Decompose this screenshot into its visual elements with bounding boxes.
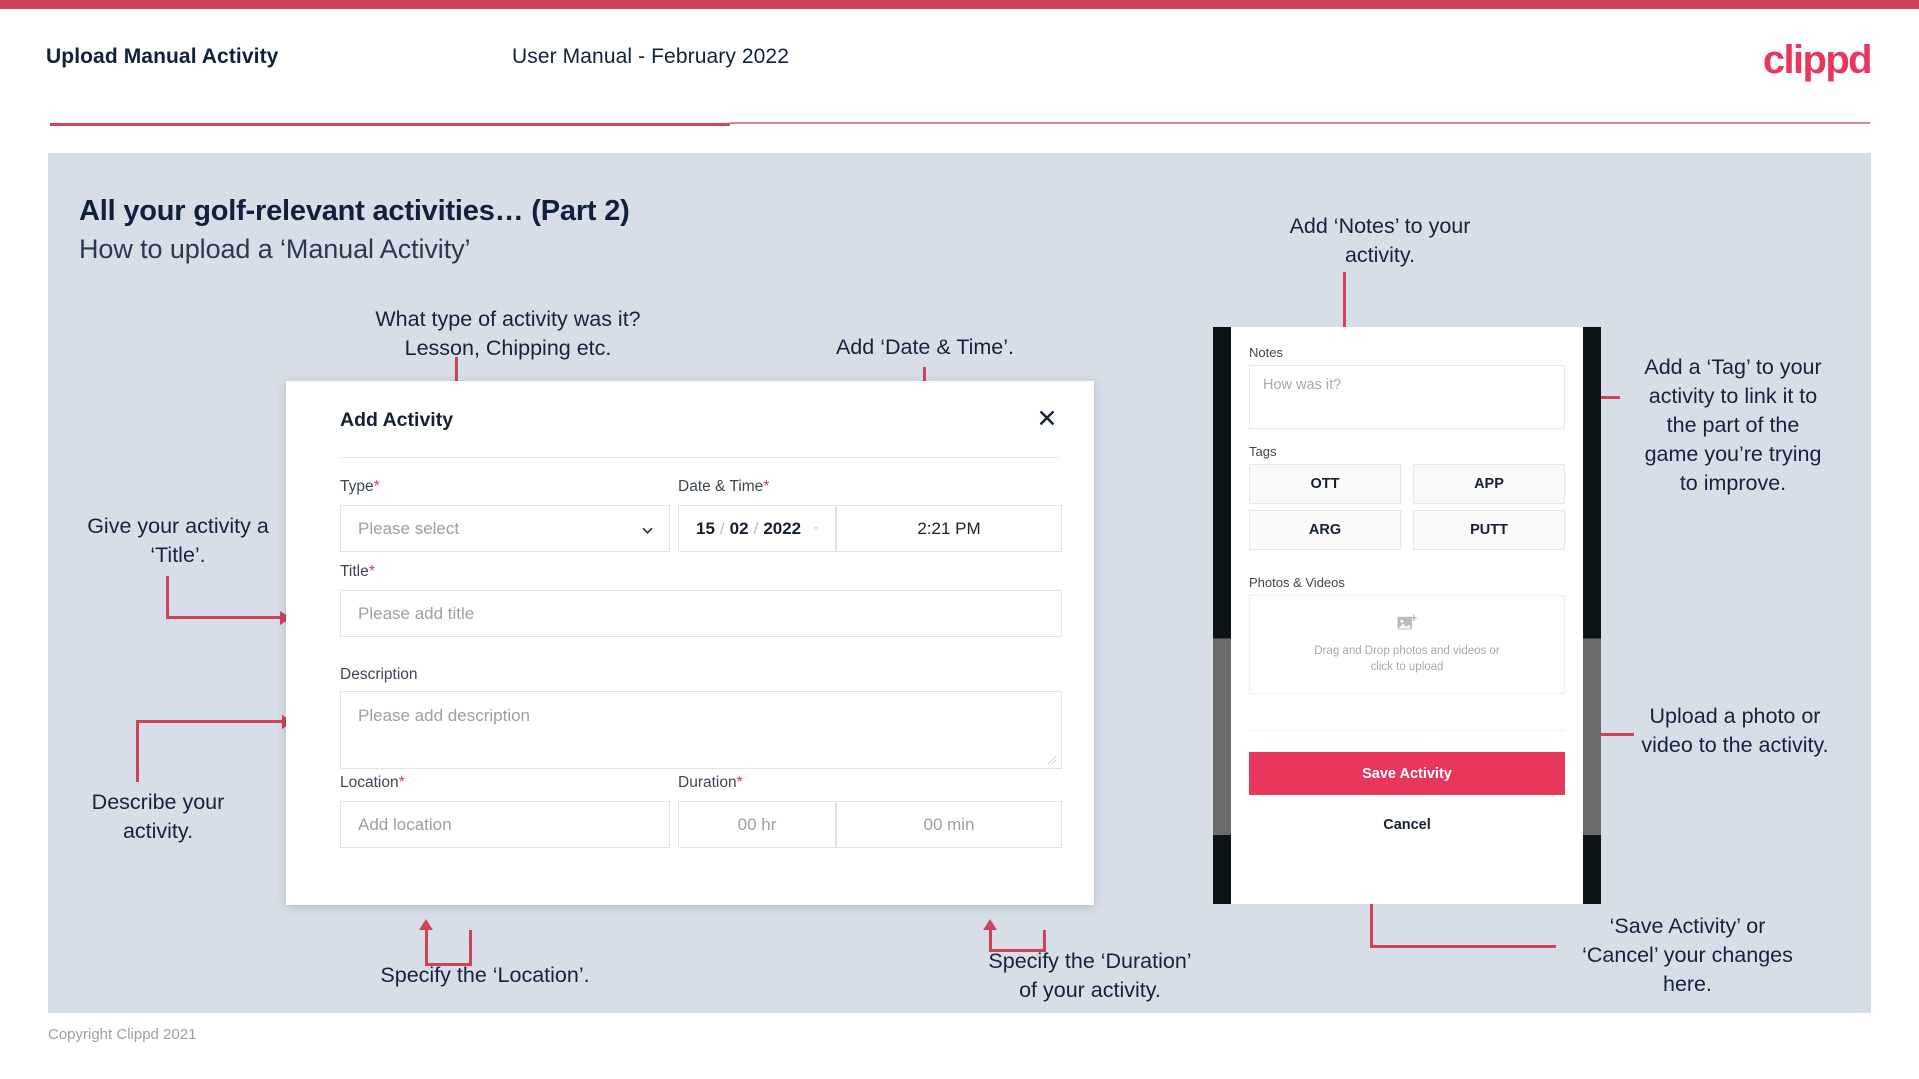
notes-placeholder: How was it? [1263, 377, 1342, 393]
callout-type: What type of activity was it? Lesson, Ch… [375, 307, 641, 360]
resize-grip-icon[interactable] [1047, 755, 1057, 765]
callout-duration: Specify the ‘Duration’ of your activity. [988, 949, 1192, 1002]
connector-dur-h [989, 949, 1046, 952]
duration-label-text: Duration [678, 774, 737, 791]
tag-app[interactable]: APP [1413, 464, 1565, 504]
save-activity-button[interactable]: Save Activity [1249, 752, 1565, 795]
location-label: Location* [340, 774, 405, 792]
dialog-title: Add Activity [340, 409, 454, 431]
tags-label: Tags [1249, 444, 1277, 459]
callout-notes: Add ‘Notes’ to your activity. [1289, 214, 1471, 267]
title-input-placeholder: Please add title [358, 603, 475, 623]
description-label-text: Description [340, 666, 418, 683]
type-label-text: Type [340, 478, 374, 495]
callout-save: ‘Save Activity’ or ‘Cancel’ your changes… [1582, 914, 1793, 996]
chevron-down-icon [642, 527, 653, 534]
time-value: 2:21 PM [917, 518, 981, 538]
description-label: Description [340, 666, 418, 684]
callout-photos: Upload a photo or video to the activity. [1641, 704, 1829, 757]
datetime-label: Date & Time* [678, 478, 770, 496]
type-required-asterisk: * [373, 478, 380, 495]
duration-label: Duration* [678, 774, 743, 792]
type-select-placeholder: Please select [358, 518, 460, 538]
connector-dur-v2 [989, 930, 992, 952]
location-input-placeholder: Add location [358, 814, 452, 834]
duration-minutes-input[interactable]: 00 min [836, 801, 1062, 848]
phone-bezel-left [1213, 327, 1231, 904]
close-icon[interactable]: ✕ [1030, 402, 1064, 436]
tag-putt[interactable]: PUTT [1413, 510, 1565, 550]
notes-textarea[interactable]: How was it? [1249, 365, 1565, 429]
tag-ott[interactable]: OTT [1249, 464, 1401, 504]
connector-loc-arrow [419, 919, 433, 930]
page-title: Upload Manual Activity [46, 45, 279, 68]
photos-label: Photos & Videos [1249, 575, 1345, 590]
page-subtitle: User Manual - February 2022 [512, 45, 789, 68]
dropzone-text: Drag and Drop photos and videos or click… [1314, 645, 1500, 673]
connector-desc-v [136, 720, 139, 782]
header-divider-right [730, 122, 1870, 124]
title-input[interactable]: Please add title [340, 590, 1062, 637]
connector-dur-arrow [983, 919, 997, 930]
phone-divider [1249, 730, 1565, 731]
type-select[interactable]: Please select [340, 505, 670, 552]
callout-datetime: Add ‘Date & Time’. [835, 335, 1015, 359]
tag-arg[interactable]: ARG [1249, 510, 1401, 550]
header-divider-left [50, 123, 730, 126]
description-placeholder: Please add description [358, 706, 531, 725]
connector-loc-v1 [469, 930, 472, 966]
time-input[interactable]: 2:21 PM [836, 505, 1062, 552]
connector-title-h [166, 616, 282, 619]
top-accent-bar [0, 0, 1919, 9]
title-label-text: Title [340, 563, 369, 580]
location-input[interactable]: Add location [340, 801, 670, 848]
callout-description: Describe your activity. [91, 790, 225, 843]
add-activity-dialog: Add Activity ✕ Type* Please select Date … [286, 381, 1094, 905]
title-required-asterisk: * [368, 563, 375, 580]
date-sep-2: / [753, 518, 759, 538]
connector-loc-v2 [425, 930, 428, 966]
date-year: 2022 [763, 518, 802, 538]
type-label: Type* [340, 478, 380, 496]
slide-heading: All your golf-relevant activities… (Part… [79, 195, 630, 227]
slide-subheading: How to upload a ‘Manual Activity’ [79, 234, 471, 264]
connector-save-h [1370, 945, 1556, 948]
datetime-required-asterisk: * [763, 478, 770, 495]
date-input[interactable]: 15 / 02 / 2022 [678, 505, 836, 552]
date-day: 15 [696, 518, 715, 538]
callout-location: Specify the ‘Location’. [380, 963, 590, 987]
duration-hours-value: 00 hr [737, 814, 777, 834]
duration-required-asterisk: * [736, 774, 743, 791]
photo-dropzone[interactable]: Drag and Drop photos and videos or click… [1249, 595, 1565, 694]
cancel-button[interactable]: Cancel [1249, 817, 1565, 833]
connector-desc-h [136, 720, 284, 723]
location-label-text: Location [340, 774, 399, 791]
date-month: 02 [729, 518, 749, 538]
title-label: Title* [340, 563, 375, 581]
description-textarea[interactable]: Please add description [340, 691, 1062, 769]
connector-loc-h [425, 963, 472, 966]
callout-title: Give your activity a ‘Title’. [87, 514, 269, 567]
notes-label: Notes [1249, 345, 1283, 360]
phone-bezel-right [1583, 327, 1601, 904]
location-required-asterisk: * [398, 774, 405, 791]
phone-screen: Notes How was it? Tags OTT APP ARG PUTT … [1231, 327, 1583, 904]
add-image-icon [1397, 614, 1418, 630]
callout-tags: Add a ‘Tag’ to your activity to link it … [1644, 355, 1822, 495]
date-sep-1: / [719, 518, 725, 538]
connector-title-v [166, 576, 169, 619]
phone-mockup: Notes How was it? Tags OTT APP ARG PUTT … [1213, 327, 1601, 904]
clippd-logo: clippd [1762, 38, 1873, 82]
datetime-label-text: Date & Time [678, 478, 764, 495]
duration-minutes-value: 00 min [923, 814, 975, 834]
dialog-divider [340, 457, 1062, 458]
slide-root: Upload Manual Activity User Manual - Feb… [0, 0, 1919, 1079]
footer-copyright: Copyright Clippd 2021 [48, 1026, 197, 1043]
duration-hours-input[interactable]: 00 hr [678, 801, 836, 848]
calendar-icon[interactable] [814, 520, 818, 537]
